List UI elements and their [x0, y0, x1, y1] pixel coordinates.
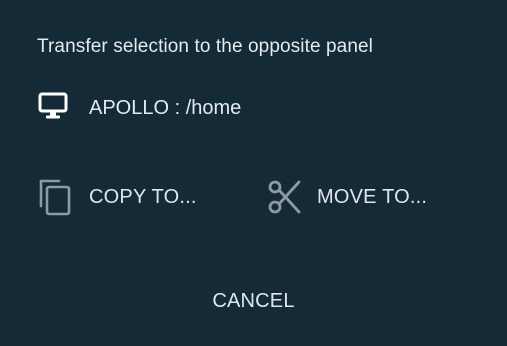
copy-to-label: COPY TO...	[89, 185, 197, 208]
cancel-button[interactable]: CANCEL	[0, 290, 507, 313]
move-to-label: MOVE TO...	[317, 185, 428, 208]
transfer-dialog: Transfer selection to the opposite panel…	[0, 0, 507, 346]
scissors-icon	[267, 178, 301, 216]
copy-icon	[39, 178, 73, 216]
target-location: APOLLO : /home	[38, 92, 241, 124]
monitor-icon	[38, 92, 72, 124]
copy-to-button[interactable]: COPY TO...	[39, 178, 197, 216]
dialog-title: Transfer selection to the opposite panel	[37, 36, 373, 57]
target-location-label: APOLLO : /home	[89, 96, 242, 119]
move-to-button[interactable]: MOVE TO...	[267, 178, 427, 216]
